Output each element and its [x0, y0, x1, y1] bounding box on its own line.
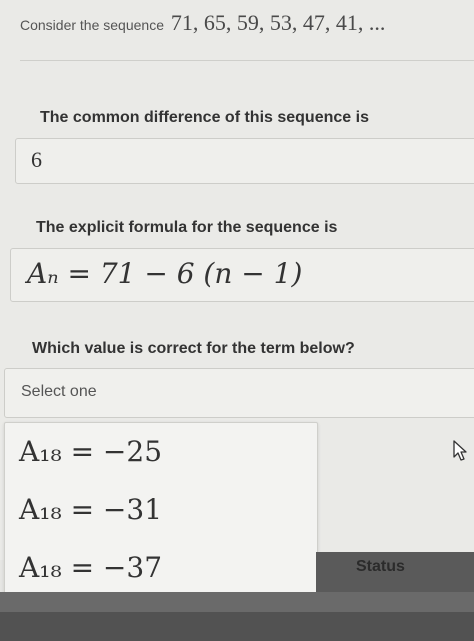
- explicit-formula-label: The explicit formula for the sequence is: [36, 219, 338, 236]
- term-select[interactable]: Select one: [4, 368, 474, 418]
- term-question-label: Which value is correct for the term belo…: [32, 340, 355, 357]
- option-a18-minus-31[interactable]: A₁₈ = −31: [19, 493, 162, 526]
- sequence-values: 71, 65, 59, 53, 47, 41, ...: [170, 10, 386, 35]
- explicit-formula-value: Aₙ = 71 − 6 (n − 1): [27, 257, 303, 290]
- question-header: Consider the sequence 71, 65, 59, 53, 47…: [20, 10, 474, 36]
- select-options-list: A₁₈ = −25 A₁₈ = −31 A₁₈ = −37: [4, 422, 318, 614]
- mouse-pointer-icon: [453, 440, 467, 461]
- select-placeholder: Select one: [21, 383, 97, 400]
- header-prompt: Consider the sequence: [20, 17, 164, 33]
- divider: [20, 60, 474, 61]
- common-difference-field[interactable]: 6: [15, 138, 474, 184]
- bottom-bar-shadow: [0, 612, 474, 641]
- option-a18-minus-25[interactable]: A₁₈ = −25: [19, 435, 162, 468]
- status-label: Status: [356, 558, 405, 575]
- option-a18-minus-37[interactable]: A₁₈ = −37: [19, 551, 162, 584]
- explicit-formula-field[interactable]: Aₙ = 71 − 6 (n − 1): [10, 248, 474, 302]
- common-difference-label: The common difference of this sequence i…: [40, 109, 369, 126]
- common-difference-value: 6: [31, 147, 42, 172]
